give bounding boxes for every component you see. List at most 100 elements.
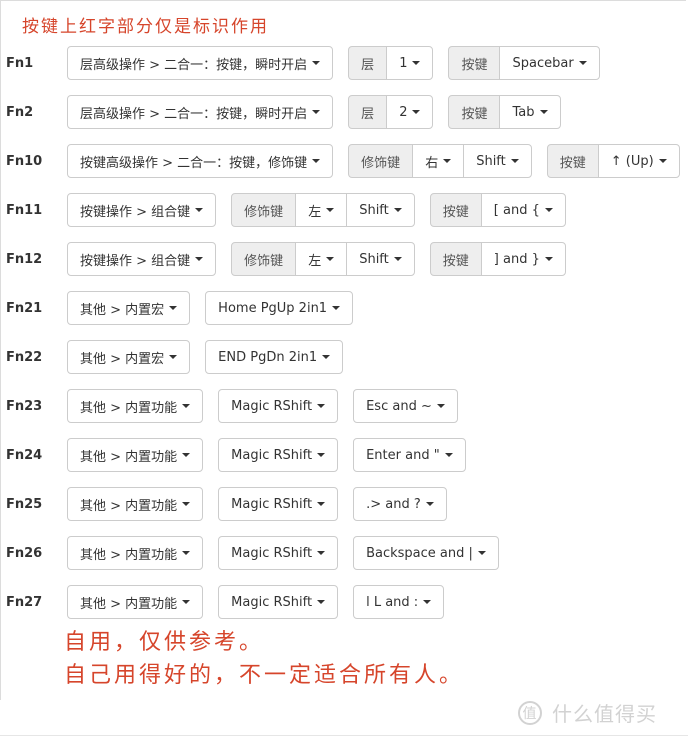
action-dropdown[interactable]: 层高级操作 > 二合一：按键，瞬时开启 — [67, 95, 334, 129]
fn-label: Fn1 — [6, 55, 34, 71]
caret-down-icon — [182, 502, 191, 506]
action-dropdown[interactable]: 其他 > 内置功能 — [67, 585, 204, 619]
function-dropdown[interactable]: Magic RShift — [218, 585, 339, 619]
action-label: 层高级操作 > 二合一：按键，瞬时开启 — [80, 106, 308, 122]
caret-down-icon — [412, 110, 421, 114]
modifier-side-dropdown[interactable]: 右 — [412, 144, 465, 178]
modifier-addon: 修饰键 — [231, 193, 297, 227]
layer-dropdown[interactable]: 2 — [386, 95, 434, 129]
key-dropdown[interactable]: ] and } — [480, 242, 566, 276]
fn-row-fn2: Fn2 层高级操作 > 二合一：按键，瞬时开启 层 2 按键 Tab — [0, 95, 576, 129]
action-label: 按键操作 > 组合键 — [80, 204, 191, 220]
modifier-key-dropdown[interactable]: Shift — [463, 144, 532, 178]
action-dropdown[interactable]: 其他 > 内置功能 — [67, 536, 204, 570]
action-dropdown[interactable]: 其他 > 内置宏 — [67, 291, 191, 325]
caret-down-icon — [393, 208, 402, 212]
caret-down-icon — [169, 355, 178, 359]
layer-value: 1 — [399, 55, 408, 71]
param-value: Backspace and | — [366, 545, 473, 561]
function-dropdown[interactable]: Magic RShift — [218, 536, 339, 570]
caret-down-icon — [578, 61, 587, 65]
fn-row-fn21: Fn21 其他 > 内置宏 Home PgUp 2in1 — [0, 291, 368, 325]
fn-label: Fn22 — [6, 349, 43, 365]
macro-dropdown[interactable]: Home PgUp 2in1 — [205, 291, 354, 325]
caret-down-icon — [169, 306, 178, 310]
caret-down-icon — [322, 355, 331, 359]
fn-label: Fn24 — [6, 447, 43, 463]
annotation-top: 按键上红字部分仅是标识作用 — [22, 17, 269, 37]
param-value: Enter and " — [366, 447, 440, 463]
fn-label: Fn12 — [6, 251, 43, 267]
action-dropdown[interactable]: 其他 > 内置宏 — [67, 340, 191, 374]
watermark: 值 什么值得买 — [518, 698, 657, 727]
fn-row-fn27: Fn27 其他 > 内置功能 Magic RShift l L and : — [0, 585, 459, 619]
fn-row-fn10: Fn10 按键高级操作 > 二合一：按键，修饰键 修饰键 右 Shift 按键 … — [0, 144, 688, 178]
macro-dropdown[interactable]: END PgDn 2in1 — [205, 340, 344, 374]
modifier-side-dropdown[interactable]: 左 — [295, 242, 348, 276]
action-label: 其他 > 内置功能 — [80, 449, 178, 465]
action-dropdown[interactable]: 层高级操作 > 二合一：按键，瞬时开启 — [67, 46, 334, 80]
action-dropdown[interactable]: 其他 > 内置功能 — [67, 487, 204, 521]
caret-down-icon — [544, 257, 553, 261]
key-group: 按键 Tab — [448, 95, 561, 129]
layer-dropdown[interactable]: 1 — [386, 46, 434, 80]
caret-down-icon — [544, 208, 553, 212]
caret-down-icon — [510, 159, 519, 163]
modifier-key-value: Shift — [359, 251, 389, 267]
modifier-side-value: 右 — [425, 155, 439, 171]
caret-down-icon — [332, 306, 341, 310]
fn-row-fn11: Fn11 按键操作 > 组合键 修饰键 左 Shift 按键 [ and { — [0, 193, 581, 227]
modifier-group: 修饰键 左 Shift — [231, 193, 415, 227]
action-dropdown[interactable]: 按键高级操作 > 二合一：按键，修饰键 — [67, 144, 334, 178]
fn-row-fn24: Fn24 其他 > 内置功能 Magic RShift Enter and " — [0, 438, 481, 472]
modifier-key-value: Shift — [476, 153, 506, 169]
key-dropdown[interactable]: Tab — [499, 95, 561, 129]
key-dropdown[interactable]: Spacebar — [499, 46, 600, 80]
key-addon: 按键 — [448, 46, 501, 80]
param-value: .> and ? — [366, 496, 421, 512]
caret-down-icon — [393, 257, 402, 261]
function-dropdown[interactable]: Magic RShift — [218, 438, 339, 472]
modifier-key-value: Shift — [359, 202, 389, 218]
key-group: 按键 ↑ (Up) — [546, 144, 680, 178]
key-dropdown[interactable]: ↑ (Up) — [597, 144, 680, 178]
caret-down-icon — [317, 453, 326, 457]
caret-down-icon — [436, 404, 445, 408]
param-dropdown[interactable]: .> and ? — [353, 487, 447, 521]
action-dropdown[interactable]: 其他 > 内置功能 — [67, 389, 204, 423]
action-dropdown[interactable]: 按键操作 > 组合键 — [67, 242, 217, 276]
caret-down-icon — [182, 600, 191, 604]
modifier-group: 修饰键 左 Shift — [231, 242, 415, 276]
fn-row-fn22: Fn22 其他 > 内置宏 END PgDn 2in1 — [0, 340, 358, 374]
key-value: Tab — [512, 104, 535, 120]
macro-value: END PgDn 2in1 — [218, 349, 318, 365]
action-label: 其他 > 内置功能 — [80, 498, 178, 514]
caret-down-icon — [326, 208, 335, 212]
param-dropdown[interactable]: l L and : — [353, 585, 445, 619]
modifier-key-dropdown[interactable]: Shift — [346, 193, 415, 227]
caret-down-icon — [317, 404, 326, 408]
watermark-text: 什么值得买 — [552, 702, 657, 726]
key-group: 按键 [ and { — [429, 193, 566, 227]
fn-row-fn1: Fn1 层高级操作 > 二合一：按键，瞬时开启 层 1 按键 Spacebar — [0, 46, 615, 80]
fn-row-fn26: Fn26 其他 > 内置功能 Magic RShift Backspace an… — [0, 536, 514, 570]
function-dropdown[interactable]: Magic RShift — [218, 389, 339, 423]
function-value: Magic RShift — [231, 594, 313, 610]
param-dropdown[interactable]: Backspace and | — [353, 536, 499, 570]
param-dropdown[interactable]: Esc and ~ — [353, 389, 458, 423]
caret-down-icon — [195, 257, 204, 261]
action-dropdown[interactable]: 按键操作 > 组合键 — [67, 193, 217, 227]
param-dropdown[interactable]: Enter and " — [353, 438, 466, 472]
modifier-side-dropdown[interactable]: 左 — [295, 193, 348, 227]
function-dropdown[interactable]: Magic RShift — [218, 487, 339, 521]
fn-label: Fn23 — [6, 398, 43, 414]
caret-down-icon — [443, 159, 452, 163]
key-dropdown[interactable]: [ and { — [480, 193, 566, 227]
fn-label: Fn2 — [6, 104, 34, 120]
modifier-key-dropdown[interactable]: Shift — [346, 242, 415, 276]
action-dropdown[interactable]: 其他 > 内置功能 — [67, 438, 204, 472]
layer-addon: 层 — [348, 95, 388, 129]
fn-label: Fn26 — [6, 545, 43, 561]
caret-down-icon — [477, 551, 486, 555]
caret-down-icon — [658, 159, 667, 163]
